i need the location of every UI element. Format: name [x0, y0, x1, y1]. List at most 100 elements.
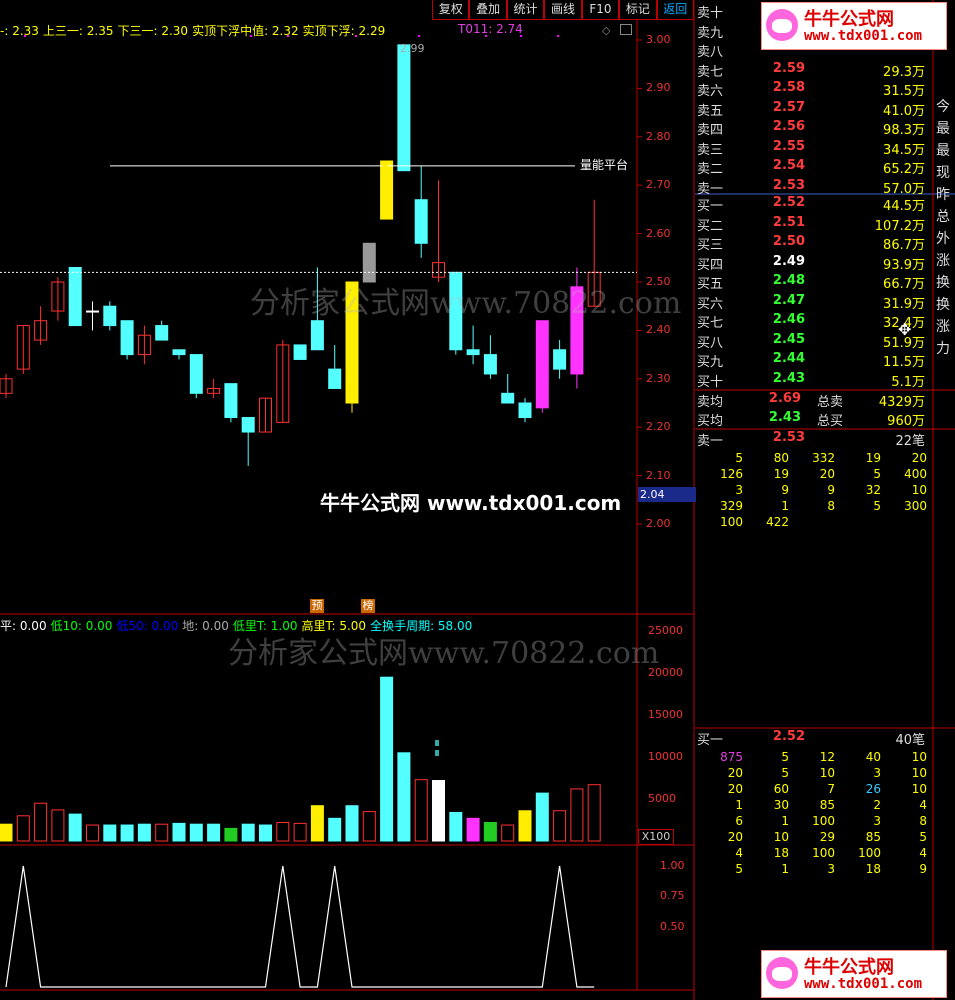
- buy-level-row[interactable]: 买九 2.44 11.5万: [697, 351, 933, 371]
- toolbar-button[interactable]: 统计: [506, 0, 545, 20]
- side-strip-label: 换: [936, 297, 950, 313]
- queue-cell: 19: [773, 467, 789, 481]
- level-name: 买九: [697, 355, 724, 370]
- sell-level-row[interactable]: 卖三 2.55 34.5万: [697, 139, 933, 159]
- candlestick: [207, 378, 221, 399]
- level-price: 2.57: [772, 99, 805, 115]
- buy-level-row[interactable]: 买三 2.50 86.7万: [697, 234, 933, 254]
- queue-row: 5 1 3 18 9: [697, 862, 933, 876]
- candle-body: [103, 305, 117, 327]
- sell-level-row[interactable]: 卖六 2.58 31.5万: [697, 80, 933, 100]
- level-name: 买六: [697, 296, 724, 312]
- volume-bar: [501, 824, 515, 842]
- volume-indicator-value: 低50: 0.00: [116, 619, 179, 633]
- queue-cell: 10: [911, 782, 927, 796]
- diamond-icon[interactable]: ◇: [602, 24, 610, 37]
- indicator-value: 实顶下浮: 2.29: [302, 24, 386, 38]
- candlestick: [189, 354, 203, 399]
- volume-bar: [0, 823, 13, 842]
- level-price: 2.43: [772, 370, 805, 386]
- indicator-value: -: 2.33: [0, 24, 39, 38]
- candlestick: [172, 349, 186, 360]
- queue-cell: 30: [773, 798, 789, 812]
- sell-level-row[interactable]: 卖五 2.57 41.0万: [697, 100, 933, 120]
- toolbar-button[interactable]: F10: [581, 0, 620, 20]
- buy-level-row[interactable]: 买二 2.51 107.2万: [697, 215, 933, 235]
- volume-bar: [293, 822, 307, 842]
- level-name: 买七: [697, 316, 724, 331]
- buy-level-row[interactable]: 买四 2.49 93.9万: [697, 254, 933, 274]
- toolbar-button[interactable]: 返回: [656, 0, 694, 20]
- level-name: 买五: [697, 277, 724, 292]
- signal-tick: [418, 35, 420, 37]
- volume-bar: [120, 824, 134, 842]
- queue-row: 329 1 8 5 300: [697, 499, 933, 513]
- level-name: 卖七: [697, 64, 724, 80]
- queue-cell: 300: [904, 499, 927, 513]
- toolbar-button[interactable]: 画线: [544, 0, 582, 20]
- logo-url: www.tdx001.com: [804, 28, 923, 44]
- volume-bar: [345, 805, 359, 842]
- signal-tick: [557, 35, 559, 37]
- queue-name: 卖一: [697, 434, 724, 449]
- side-strip-label: 最: [936, 143, 950, 159]
- queue-row: 3 9 9 32 10: [697, 483, 933, 497]
- queue-cell: 20: [727, 830, 743, 844]
- indicator-value: 实顶下浮中值: 2.32: [192, 24, 299, 38]
- side-strip-label: 今: [936, 99, 950, 115]
- queue-cell: 10: [911, 483, 927, 497]
- queue-price: 2.53: [772, 430, 805, 445]
- queue-cell: 100: [812, 846, 835, 860]
- candle-body: [68, 266, 82, 327]
- buy-level-row[interactable]: 买五 2.48 66.7万: [697, 273, 933, 293]
- queue-row: 6 1 100 3 8: [697, 814, 933, 828]
- candle-body: [310, 320, 324, 351]
- candle-body: [293, 344, 307, 360]
- buy-level-row[interactable]: 买十 2.43 5.1万: [697, 371, 933, 391]
- price-axis-label: 2.30: [646, 371, 671, 385]
- level-name: 卖五: [697, 103, 724, 119]
- volume-marker: [435, 740, 439, 746]
- volume-axis-label: 15000: [648, 708, 683, 721]
- buy-level-row[interactable]: 买一 2.52 44.5万: [697, 195, 933, 215]
- volume-bar: [51, 809, 65, 842]
- window-restore-icon[interactable]: [620, 24, 632, 35]
- toolbar-button[interactable]: 叠加: [469, 0, 507, 20]
- level-name: 卖六: [697, 84, 724, 99]
- volume-bar: [570, 788, 584, 842]
- volume-bar: [587, 784, 601, 842]
- buy-level-row[interactable]: 买六 2.47 31.9万: [697, 293, 933, 313]
- volume-bar: [483, 822, 497, 842]
- level-price: 2.54: [772, 158, 805, 173]
- sell-level-row[interactable]: 卖二 2.54 65.2万: [697, 158, 933, 178]
- queue-cell: 8: [827, 499, 835, 513]
- total-label: 总买: [817, 414, 844, 429]
- sell-level-row[interactable]: 卖四 2.56 98.3万: [697, 119, 933, 139]
- queue-cell: 1: [781, 814, 789, 828]
- candle-body: [553, 349, 567, 370]
- queue-cell: 5: [781, 750, 789, 764]
- sell-level-row[interactable]: 卖七 2.59 29.3万: [697, 61, 933, 81]
- candle-body: [155, 325, 169, 341]
- volume-bar: [16, 815, 30, 842]
- toolbar-button[interactable]: 标记: [619, 0, 657, 20]
- queue-price: 2.52: [772, 729, 805, 744]
- queue-row: 126 19 20 5 400: [697, 467, 933, 481]
- queue-cell: 1: [781, 499, 789, 513]
- candlestick: [224, 383, 238, 423]
- queue-cell: 100: [858, 846, 881, 860]
- queue-count: 40笔: [895, 733, 925, 748]
- yu-marker[interactable]: 预: [310, 599, 324, 613]
- candle-body: [241, 417, 255, 433]
- level-price: 2.46: [772, 312, 805, 327]
- candle-body: [328, 368, 342, 389]
- queue-cell: 4: [735, 846, 743, 860]
- candlestick: [553, 340, 567, 379]
- bang-marker[interactable]: 榜: [361, 599, 375, 613]
- queue-cell: 5: [781, 766, 789, 780]
- level-name: 买十: [697, 374, 724, 390]
- candle-body: [189, 354, 203, 394]
- toolbar-button[interactable]: 复权: [432, 0, 470, 20]
- side-strip-label: 最: [936, 121, 950, 137]
- volume-bar: [155, 823, 169, 842]
